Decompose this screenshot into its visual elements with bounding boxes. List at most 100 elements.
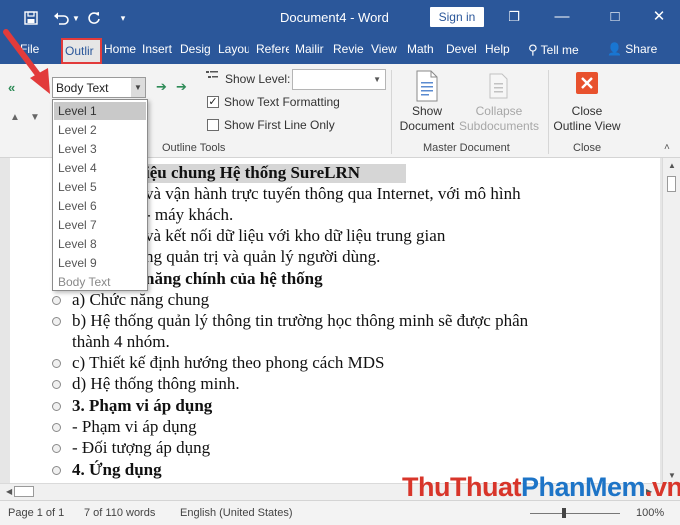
tab-view[interactable]: View [371,42,397,56]
close-window-button[interactable]: ✕ [648,6,670,28]
outline-paragraph[interactable]: - Đối tượng áp dụng [72,438,210,458]
dropdown-item-level-2[interactable]: Level 2 [54,121,146,139]
outline-bullet[interactable] [52,359,61,368]
customize-qat-icon[interactable]: ▾ [116,8,130,28]
title-bar: ▼ ▾ Document4 - Word Sign in ❐ — □ ✕ [0,0,680,36]
tab-math[interactable]: Math [407,42,438,56]
tab-mailings[interactable]: Mailir [295,42,326,56]
scroll-thumb[interactable] [14,486,34,497]
undo-icon[interactable] [50,8,72,28]
dropdown-item-level-5[interactable]: Level 5 [54,178,146,196]
page-count[interactable]: Page 1 of 1 [8,507,64,519]
tab-layout[interactable]: Layou [218,42,249,56]
tab-outlining[interactable]: Outlir [61,38,102,64]
outline-paragraph[interactable]: năng chính của hệ thống [145,269,323,289]
dropdown-item-level-4[interactable]: Level 4 [54,159,146,177]
tell-me-search[interactable]: ⚲ Tell me [528,42,579,58]
collapse-subdocuments-button[interactable]: Collapse Subdocuments [458,70,540,134]
collapse-ribbon-icon[interactable]: ˄ [664,142,670,153]
tab-help[interactable]: Help [485,42,510,56]
outline-paragraph[interactable]: b) Hệ thống quản lý thông tin trường học… [72,311,528,331]
tab-design[interactable]: Desig [180,42,212,56]
dropdown-item-level-9[interactable]: Level 9 [54,254,146,272]
share-button[interactable]: 👤 Share [607,42,657,56]
dropdown-item-level-6[interactable]: Level 6 [54,197,146,215]
chevron-down-icon[interactable]: ▼ [131,78,145,97]
outline-paragraph[interactable]: iệu chung Hệ thống SureLRN [145,163,360,183]
close-outline-view-button[interactable]: Close Outline View [551,70,623,134]
tab-developer[interactable]: Devel [446,42,478,56]
outline-paragraph[interactable]: ng quản trị và quản lý người dùng. [145,247,380,267]
outline-bullet[interactable] [52,402,61,411]
sign-in-button[interactable]: Sign in [430,7,484,27]
person-icon: 👤 [607,42,622,56]
chevron-down-icon[interactable]: ▼ [373,75,381,84]
zoom-level[interactable]: 100% [636,507,664,519]
outline-bullet[interactable] [52,444,61,453]
outline-bullet[interactable] [52,423,61,432]
save-icon[interactable] [20,8,42,28]
outline-level-dropdown: Level 1 Level 2 Level 3 Level 4 Level 5 … [52,99,148,291]
minimize-button[interactable]: — [551,6,573,28]
show-level-combo[interactable]: ▼ [292,69,386,90]
outline-paragraph[interactable]: 3. Phạm vi áp dụng [72,396,212,416]
outline-paragraph[interactable]: - Phạm vi áp dụng [72,417,197,437]
maximize-button[interactable]: □ [604,6,626,28]
collapse-subdocuments-label-1: Collapse [475,104,523,118]
demote-to-body-text-icon[interactable]: ➔ [176,79,187,95]
zoom-slider[interactable] [530,508,620,518]
show-document-label-1: Show [411,104,443,118]
watermark-part-3: .vn [645,472,680,502]
word-count[interactable]: 7 of 110 words [84,507,155,519]
tab-home[interactable]: Home [104,42,137,56]
undo-dropdown-icon[interactable]: ▼ [72,8,80,28]
tab-review[interactable]: Revie [333,42,364,56]
document-title: Document4 - Word [280,10,389,25]
scroll-left-icon[interactable]: ◀ [6,487,12,496]
show-first-line-only-checkbox[interactable] [207,119,219,131]
outline-level-combo[interactable]: Body Text ▼ [52,77,146,98]
show-text-formatting-checkbox[interactable]: ✓ [207,96,219,108]
move-up-icon[interactable]: ▲ [10,112,20,123]
dropdown-item-level-3[interactable]: Level 3 [54,140,146,158]
tab-insert[interactable]: Insert [142,42,174,56]
scroll-up-icon[interactable]: ▲ [668,161,676,170]
zoom-slider-knob[interactable] [562,508,566,518]
show-level-icon [205,69,219,86]
tab-references[interactable]: Refere [256,42,289,56]
scroll-thumb[interactable] [667,176,676,192]
outline-bullet[interactable] [52,380,61,389]
show-document-button[interactable]: Show Document [396,70,458,134]
outline-paragraph[interactable]: c) Thiết kế định hướng theo phong cách M… [72,353,385,373]
outline-bullet[interactable] [52,466,61,475]
dropdown-item-level-7[interactable]: Level 7 [54,216,146,234]
dropdown-item-level-1[interactable]: Level 1 [54,102,146,120]
dropdown-item-body-text[interactable]: Body Text [54,273,146,291]
group-separator [391,70,392,154]
vertical-scrollbar[interactable]: ▲ ▼ [662,158,680,483]
share-label: Share [625,42,658,56]
show-first-line-only-label: Show First Line Only [224,118,335,132]
dropdown-item-level-8[interactable]: Level 8 [54,235,146,253]
close-outline-label-1: Close [571,104,603,118]
watermark-logo: ThuThuatPhanMem.vn [402,472,680,503]
outline-bullet[interactable] [52,296,61,305]
outline-paragraph[interactable]: a) Chức năng chung [72,290,209,310]
outline-paragraph[interactable]: 4. Ứng dụng [72,460,162,480]
collapse-subdocuments-icon [458,70,540,104]
watermark-part-1: ThuThuat [402,472,521,502]
outline-paragraph[interactable]: và kết nối dữ liệu với kho dữ liệu trung… [145,226,445,246]
language[interactable]: English (United States) [180,507,293,519]
group-separator [548,70,549,154]
move-down-icon[interactable]: ▼ [30,112,40,123]
ribbon-display-options-icon[interactable]: ❐ [503,6,525,28]
master-document-group-label: Master Document [423,142,510,154]
outline-paragraph[interactable]: - máy khách. [145,205,233,225]
redo-icon[interactable] [84,8,104,28]
outline-paragraph[interactable]: và vận hành trực tuyến thông qua Interne… [145,184,521,204]
show-text-formatting-label: Show Text Formatting [224,95,340,109]
outline-paragraph[interactable]: d) Hệ thống thông minh. [72,374,240,394]
outline-paragraph[interactable]: thành 4 nhóm. [72,332,170,352]
outline-bullet[interactable] [52,317,61,326]
demote-icon[interactable]: ➔ [156,79,167,95]
